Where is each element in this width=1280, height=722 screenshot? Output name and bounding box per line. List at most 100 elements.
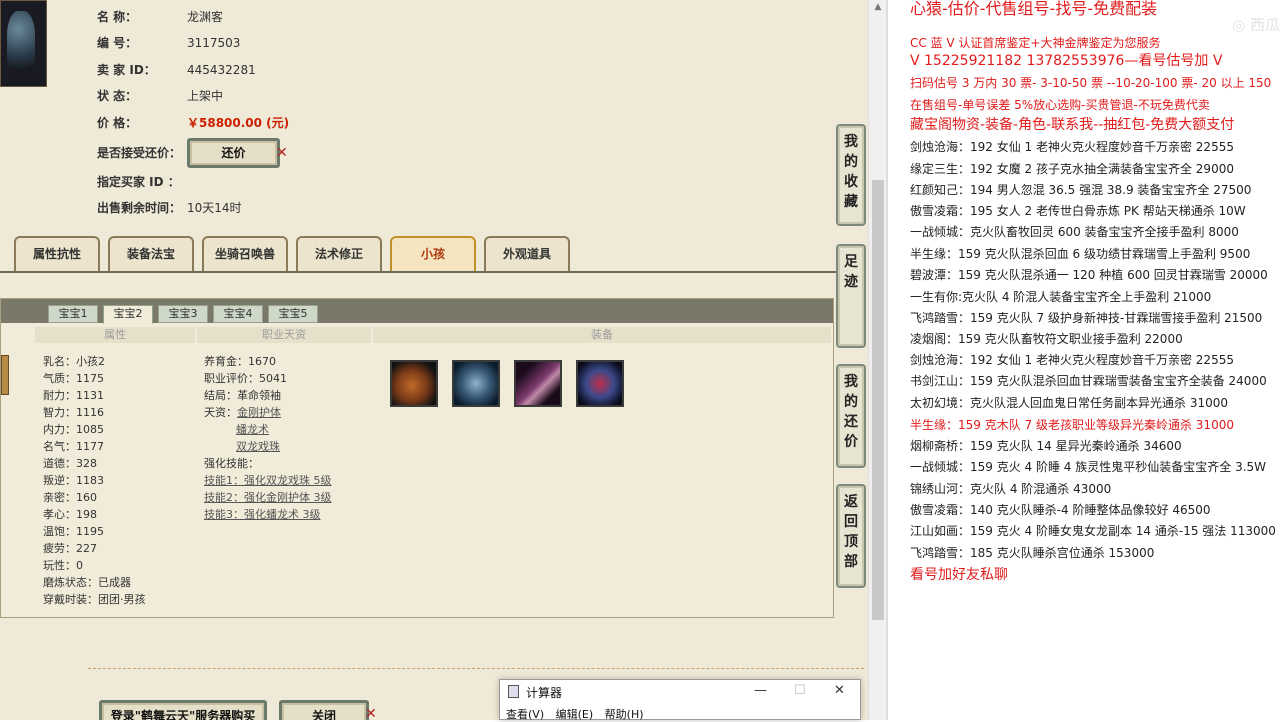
attr-key: 道德：: [43, 457, 76, 470]
talent-link[interactable]: 蟠龙术: [236, 423, 269, 436]
scrollbar[interactable]: ▲: [868, 0, 886, 720]
ad-line: 书剑江山：159 克火队混杀回血甘霖瑞雪装备宝宝齐全装备 24000: [910, 374, 1267, 388]
attr-row: 智力：1116: [43, 404, 146, 421]
side-top-button[interactable]: 返回顶部: [836, 484, 866, 588]
info-seller: 卖 家 ID： 445432281: [97, 60, 256, 80]
attr-row: 乳名：小孩2: [43, 353, 146, 370]
tab-mounts[interactable]: 坐骑召唤兽: [202, 236, 288, 272]
child-attributes: 乳名：小孩2 气质：1175 耐力：1131 智力：1116 内力：1085 名…: [43, 353, 146, 608]
attr-key: 智力：: [43, 406, 76, 419]
attr-value: 328: [76, 457, 97, 470]
minimize-icon[interactable]: —: [754, 683, 767, 698]
counter-offer-button[interactable]: 还价: [187, 138, 280, 168]
id-label: 编 号：: [97, 36, 138, 50]
talent-link[interactable]: 双龙戏珠: [236, 440, 280, 453]
ending-value: 革命领袖: [237, 389, 281, 402]
buyer-label: 指定买家 ID ：: [97, 175, 180, 189]
raise-gold-label: 养育金：: [204, 355, 248, 368]
side-favorites-button[interactable]: 我的收藏: [836, 124, 866, 226]
equip-item-4[interactable]: [576, 360, 624, 407]
info-buyer: 指定买家 ID ：: [97, 172, 187, 192]
tab-attributes[interactable]: 属性抗性: [14, 236, 100, 272]
tab-underline: [0, 271, 836, 273]
subtab-baby1[interactable]: 宝宝1: [48, 305, 98, 323]
tab-spells[interactable]: 法术修正: [296, 236, 382, 272]
close-icon[interactable]: ✕: [834, 683, 845, 698]
attr-value: 1085: [76, 423, 104, 436]
watermark-logo: ◎ 西瓜: [1232, 16, 1280, 34]
side-history-button[interactable]: 足迹: [836, 244, 866, 348]
attr-value: 团团·男孩: [98, 593, 146, 606]
ad-line: 在售组号-单号误差 5%放心选购-买贵管退-不玩免费代卖: [910, 98, 1210, 112]
child-portrait: [1, 355, 9, 395]
subtab-baby4[interactable]: 宝宝4: [213, 305, 263, 323]
skill-link[interactable]: 技能2：强化金刚护体 3级: [204, 491, 332, 504]
attr-value: 1175: [76, 372, 104, 385]
info-counter: 是否接受还价：: [97, 143, 187, 163]
equip-item-1[interactable]: [390, 360, 438, 407]
close-button[interactable]: 关闭: [279, 700, 369, 720]
ad-headline: 心猿-估价-代售组号-找号-免费配装: [910, 0, 1158, 18]
tab-equipment[interactable]: 装备法宝: [108, 236, 194, 272]
attr-key: 磨炼状态：: [43, 576, 98, 589]
attr-row: 穿戴时装：团团·男孩: [43, 591, 146, 608]
close-x-icon: ✕: [365, 706, 377, 720]
ad-panel: 心猿-估价-代售组号-找号-免费配装 ◎ 西瓜 CC 蓝 V 认证首席鉴定+大神…: [886, 0, 1280, 720]
column-attributes: 属性: [35, 327, 195, 343]
ad-line: 剑烛沧海：192 女仙 1 老神火克火程度妙音千万亲密 22555: [910, 353, 1234, 367]
ad-line: 红颜知己：194 男人忽混 36.5 强混 38.9 装备宝宝齐全 27500: [910, 183, 1252, 197]
subtab-bar: 宝宝1 宝宝2 宝宝3 宝宝4 宝宝5: [1, 299, 833, 324]
attr-key: 内力：: [43, 423, 76, 436]
attr-row: 名气：1177: [43, 438, 146, 455]
raise-gold-row: 养育金：1670: [204, 353, 332, 370]
column-talent: 职业天资: [197, 327, 371, 343]
attr-value: 0: [76, 559, 83, 572]
attr-key: 乳名：: [43, 355, 76, 368]
menu-help[interactable]: 帮助(H): [605, 708, 644, 721]
status-label: 状 态：: [97, 89, 138, 103]
menu-edit[interactable]: 编辑(E): [556, 708, 594, 721]
time-label: 出售剩余时间：: [97, 201, 182, 215]
attr-key: 孝心：: [43, 508, 76, 521]
ad-line: 锦绣山河：克火队 4 阶混通杀 43000: [910, 482, 1112, 496]
job-eval-value: 5041: [259, 372, 287, 385]
ad-line: 缘定三生：192 女魔 2 孩子克水抽全满装备宝宝齐全 29000: [910, 162, 1234, 176]
equip-item-2[interactable]: [452, 360, 500, 407]
subtab-baby5[interactable]: 宝宝5: [268, 305, 318, 323]
skill-link[interactable]: 技能1：强化双龙戏珠 5级: [204, 474, 332, 487]
ad-line: 江山如画：159 克火 4 阶睡女鬼女龙副本 14 通杀-15 强法 11300…: [910, 524, 1276, 538]
login-buy-button[interactable]: 登录"鹤舞云天"服务器购买: [99, 700, 267, 720]
attr-value: 1183: [76, 474, 104, 487]
equip-item-3[interactable]: [514, 360, 562, 407]
scroll-thumb[interactable]: [872, 180, 884, 620]
ad-line: 半生缘：159 克火队混杀回血 6 级功绩甘霖瑞雪上手盈利 9500: [910, 247, 1251, 261]
tab-child[interactable]: 小孩: [390, 236, 476, 272]
subtab-baby3[interactable]: 宝宝3: [158, 305, 208, 323]
ad-line: 藏宝阁物资-装备-角色-联系我--抽红包-免费大额支付: [910, 117, 1235, 133]
ad-line: CC 蓝 V 认证首席鉴定+大神金牌鉴定为您服务: [910, 36, 1161, 50]
menu-view[interactable]: 查看(V): [506, 708, 544, 721]
ending-label: 结局：: [204, 389, 237, 402]
maximize-icon[interactable]: ☐: [794, 683, 806, 698]
info-status: 状 态： 上架中: [97, 86, 223, 106]
skill-link[interactable]: 技能3：强化蟠龙术 3级: [204, 508, 321, 521]
attr-row: 温饱：1195: [43, 523, 146, 540]
side-counter-button[interactable]: 我的还价: [836, 364, 866, 468]
ad-line: 太初幻境：克火队混人回血鬼日常任务副本异光通杀 31000: [910, 396, 1228, 410]
character-portrait: [0, 0, 47, 87]
ending-row: 结局：革命领袖: [204, 387, 332, 404]
talent-link[interactable]: 金刚护体: [237, 406, 281, 419]
attr-value: 小孩2: [76, 355, 105, 368]
skill-row: 技能1：强化双龙戏珠 5级: [204, 472, 332, 489]
close-x-icon: ✕: [276, 145, 288, 161]
ad-line: V 15225921182 13782553976—看号估号加 V: [910, 53, 1223, 69]
raise-gold-value: 1670: [248, 355, 276, 368]
subtab-baby2[interactable]: 宝宝2: [103, 305, 153, 324]
attr-value: 已成器: [98, 576, 131, 589]
calculator-window[interactable]: 计算器 — ☐ ✕ 查看(V) 编辑(E) 帮助(H): [499, 679, 861, 721]
attr-value: 1177: [76, 440, 104, 453]
tab-appearance[interactable]: 外观道具: [484, 236, 570, 272]
attr-value: 160: [76, 491, 97, 504]
scroll-up-icon[interactable]: ▲: [872, 2, 884, 14]
info-name: 名 称： 龙渊客: [97, 7, 223, 27]
